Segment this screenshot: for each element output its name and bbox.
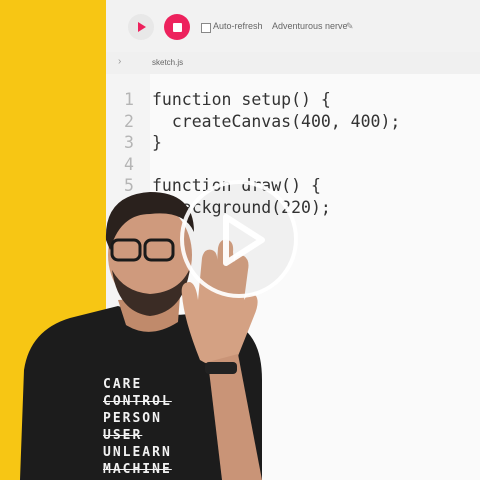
shirt-word: UNLEARN: [103, 445, 172, 460]
shirt-word: USER: [103, 428, 143, 443]
video-play-button[interactable]: [180, 180, 298, 298]
shirt-word: CARE: [103, 377, 143, 392]
wristband: [205, 362, 237, 374]
shirt-word: PERSON: [103, 411, 162, 426]
shirt-word: CONTROL: [103, 394, 172, 409]
play-icon: [223, 214, 265, 266]
shirt-word: MACHINE: [103, 462, 172, 477]
